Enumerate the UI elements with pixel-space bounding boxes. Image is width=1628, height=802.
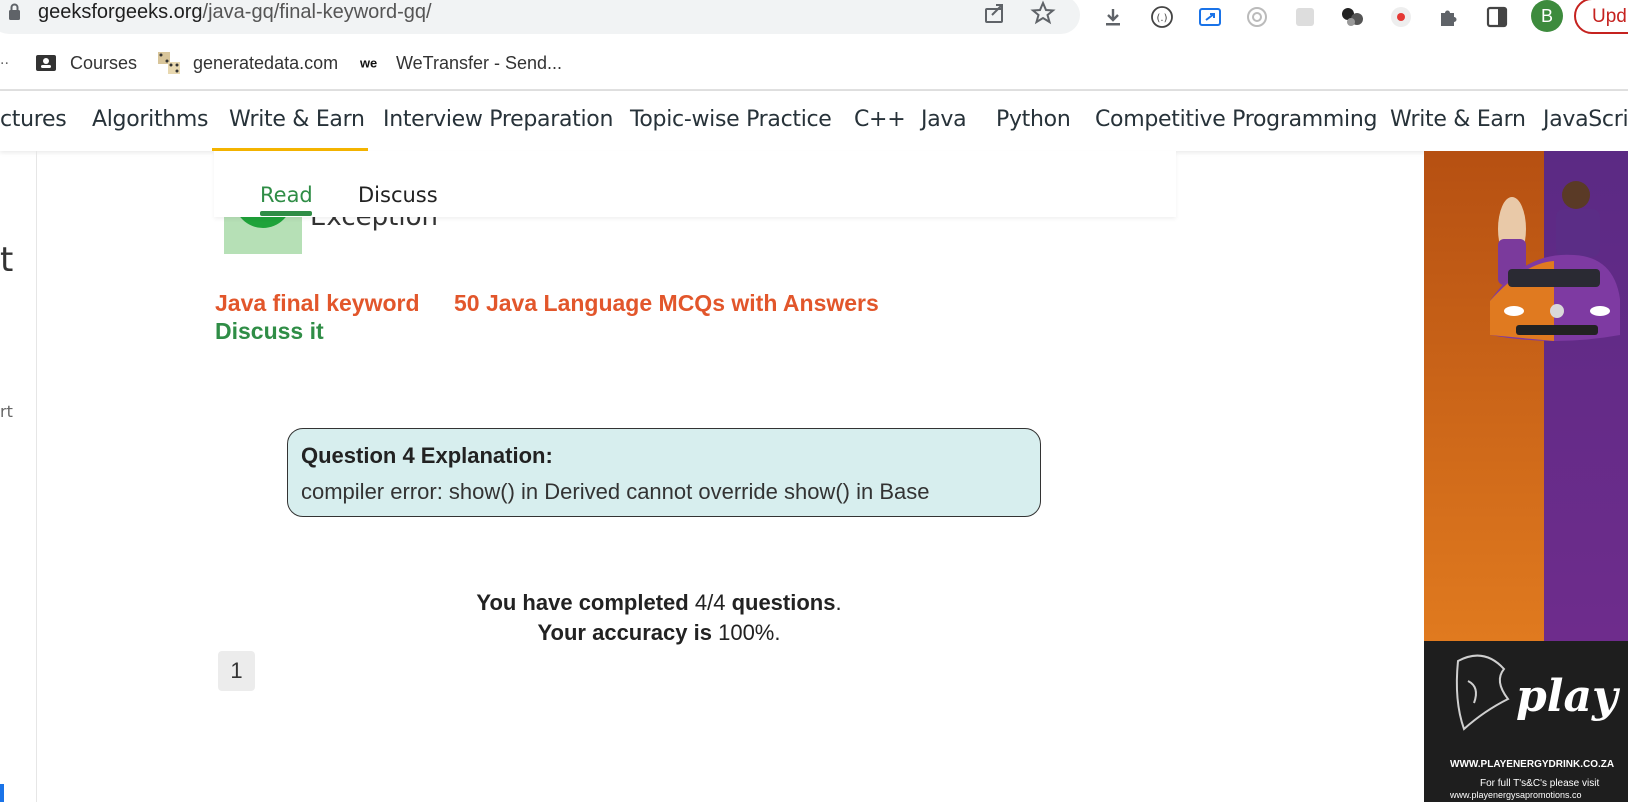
download-icon[interactable] (1099, 3, 1127, 31)
sidepanel-icon[interactable] (1483, 3, 1511, 31)
nav-item-topic-wise-practice[interactable]: Topic-wise Practice (630, 107, 832, 132)
completed-count: 4/4 (694, 590, 726, 615)
courses-icon (34, 51, 58, 75)
sidebar-text-fragment: rt (0, 402, 13, 421)
bookmark-overflow[interactable]: .. (0, 51, 9, 69)
tab-active-indicator (260, 211, 312, 216)
explanation-text: compiler error: show() in Derived cannot… (301, 479, 930, 504)
update-button[interactable]: Upd (1574, 0, 1628, 34)
question-page-button[interactable]: 1 (218, 651, 255, 691)
browser-toolbar: geeksforgeeks.org/java-gq/final-keyword-… (0, 0, 1628, 34)
site-nav: ctures Algorithms Write & Earn Interview… (0, 91, 1628, 151)
explanation-title: Question 4 Explanation: (301, 443, 553, 468)
extension-icon[interactable] (1339, 3, 1367, 31)
topic-link[interactable]: Java final keyword (215, 290, 420, 317)
screenshot-icon[interactable] (1196, 3, 1224, 31)
sidebar-title-fragment: t (0, 240, 14, 280)
svg-text:(.): (.) (1157, 13, 1168, 24)
nav-item-algorithms[interactable]: Algorithms (92, 107, 209, 132)
url-text: geeksforgeeks.org/java-gq/final-keyword-… (38, 1, 432, 23)
advertisement-banner[interactable]: play WWW.PLAYENERGYDRINK.CO.ZA For full … (1424, 151, 1628, 802)
puzzle-icon[interactable] (1435, 3, 1463, 31)
ad-logo: play (1455, 654, 1621, 731)
ad-terms-url: www.playenergysapromotions.co (1450, 790, 1582, 800)
extension-icon[interactable] (1291, 3, 1319, 31)
share-icon[interactable] (982, 0, 1008, 26)
address-bar[interactable]: geeksforgeeks.org/java-gq/final-keyword-… (0, 0, 1080, 34)
tab-discuss[interactable]: Discuss (358, 183, 438, 207)
bookmark-generatedata[interactable]: generatedata.com (157, 51, 338, 75)
wetransfer-icon: we (360, 51, 384, 75)
nav-item-competitive-programming[interactable]: Competitive Programming (1095, 107, 1377, 132)
record-icon[interactable] (1387, 3, 1415, 31)
nav-item-javascript[interactable]: JavaScrip (1543, 107, 1628, 132)
completed-line: You have completed 4/4 questions. (476, 590, 842, 615)
ad-car-image (1490, 181, 1620, 341)
extension-icon[interactable] (1243, 3, 1271, 31)
nav-item-write-earn[interactable]: Write & Earn (229, 107, 365, 132)
nav-item-write-earn-2[interactable]: Write & Earn (1390, 107, 1526, 132)
left-sidebar-border (36, 151, 37, 802)
nav-item-interview-preparation[interactable]: Interview Preparation (383, 107, 613, 132)
nav-item-python[interactable]: Python (996, 107, 1071, 132)
lock-icon (9, 3, 20, 20)
profile-avatar[interactable]: B (1531, 0, 1563, 32)
nav-item-java[interactable]: Java (921, 107, 967, 132)
mcq-link[interactable]: 50 Java Language MCQs with Answers (454, 290, 879, 317)
bookmarks-bar: .. Courses generatedata.com we WeTransfe… (0, 44, 1628, 86)
article-tabs: Read Discuss (214, 151, 1176, 217)
accuracy-line: Your accuracy is 100%. (537, 620, 781, 645)
extension-icon[interactable]: (.) (1148, 3, 1176, 31)
nav-item-data-structures[interactable]: ctures (0, 107, 67, 132)
quiz-result: You have completed 4/4 questions. Your a… (300, 588, 1018, 648)
ad-terms: For full T's&C's please visit (1480, 778, 1600, 789)
ad-url: WWW.PLAYENERGYDRINK.CO.ZA (1450, 759, 1615, 770)
bookmark-wetransfer[interactable]: we WeTransfer - Send... (360, 51, 562, 75)
star-icon[interactable] (1030, 0, 1056, 26)
scroll-indicator (0, 784, 4, 802)
bookmark-courses[interactable]: Courses (34, 51, 137, 75)
svg-text:we: we (360, 56, 377, 71)
tab-read[interactable]: Read (260, 183, 313, 207)
explanation-box: Question 4 Explanation: compiler error: … (287, 428, 1041, 517)
nav-item-cpp[interactable]: C++ (854, 107, 906, 132)
svg-text:play: play (1516, 671, 1621, 722)
discuss-it-link[interactable]: Discuss it (215, 318, 324, 345)
accuracy-value: 100% (718, 620, 775, 645)
dice-icon (157, 51, 181, 75)
